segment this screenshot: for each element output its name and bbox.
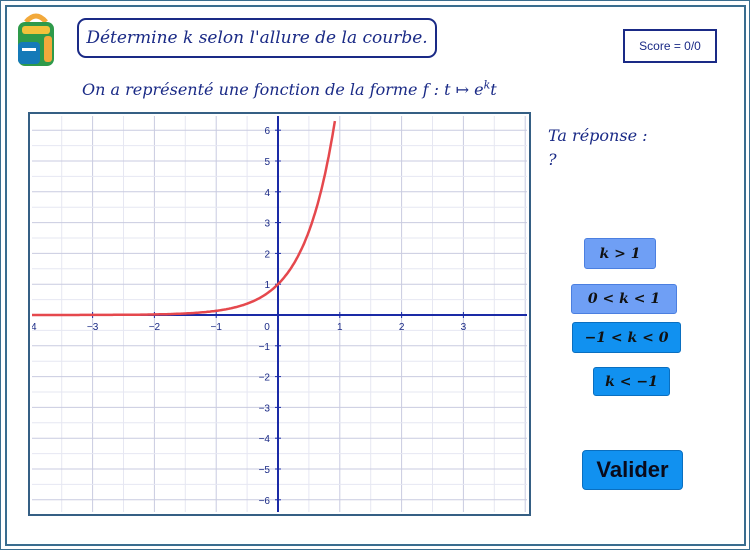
y-tick-label: −5 — [259, 465, 271, 476]
instruction-text: Détermine k selon l'allure de la courbe. — [86, 28, 428, 48]
choice-label: k < −1 — [605, 373, 658, 390]
x-tick-label: 3 — [461, 322, 467, 333]
x-tick-label: −4 — [32, 322, 37, 333]
y-tick-label: 2 — [264, 249, 270, 260]
answer-value: ? — [548, 150, 557, 169]
validate-button[interactable]: Valider — [582, 450, 683, 490]
instruction-box: Détermine k selon l'allure de la courbe. — [77, 18, 437, 58]
choice-label: −1 < k < 0 — [584, 329, 669, 346]
score-text: Score = 0/0 — [639, 39, 701, 53]
y-tick-label: −4 — [259, 434, 271, 445]
x-tick-label: 1 — [337, 322, 343, 333]
y-tick-label: 3 — [264, 219, 270, 230]
function-description: On a représenté une fonction de la forme… — [82, 80, 497, 99]
x-tick-label: −1 — [210, 322, 222, 333]
choice-k-less-minus1-button[interactable]: k < −1 — [593, 367, 670, 396]
answer-label: Ta réponse : — [548, 126, 648, 145]
choice-label: k > 1 — [599, 245, 641, 262]
choice-k-greater-1-button[interactable]: k > 1 — [584, 238, 656, 269]
y-tick-label: −3 — [259, 403, 271, 414]
function-tail: t — [490, 80, 497, 99]
choice-k-between-minus1-0-button[interactable]: −1 < k < 0 — [572, 322, 681, 353]
x-tick-label: −3 — [87, 322, 99, 333]
x-tick-label: 0 — [264, 322, 270, 333]
graph-canvas[interactable]: −4 −3 −2 −1 0 1 2 3 −6 −5 −4 −3 −2 −1 1 2 3 4 5 6 — [32, 116, 527, 512]
y-tick-label: 6 — [264, 126, 270, 137]
y-tick-label: 5 — [264, 157, 270, 168]
y-tick-label: −1 — [259, 342, 271, 353]
validate-label: Valider — [596, 457, 669, 482]
x-tick-label: 2 — [399, 322, 405, 333]
y-tick-label: 4 — [264, 188, 270, 199]
y-tick-label: 1 — [264, 280, 270, 291]
choice-k-between-0-1-button[interactable]: 0 < k < 1 — [571, 284, 677, 314]
score-box: Score = 0/0 — [623, 29, 717, 63]
y-tick-label: −6 — [259, 496, 271, 507]
choice-label: 0 < k < 1 — [587, 291, 661, 307]
x-tick-label: −2 — [149, 322, 161, 333]
answer-panel: Ta réponse : ? — [548, 124, 648, 172]
y-tick-label: −2 — [259, 373, 271, 384]
backpack-logo-icon — [18, 13, 54, 66]
function-description-text: On a représenté une fonction de la forme… — [82, 80, 484, 99]
function-curve — [32, 120, 337, 317]
